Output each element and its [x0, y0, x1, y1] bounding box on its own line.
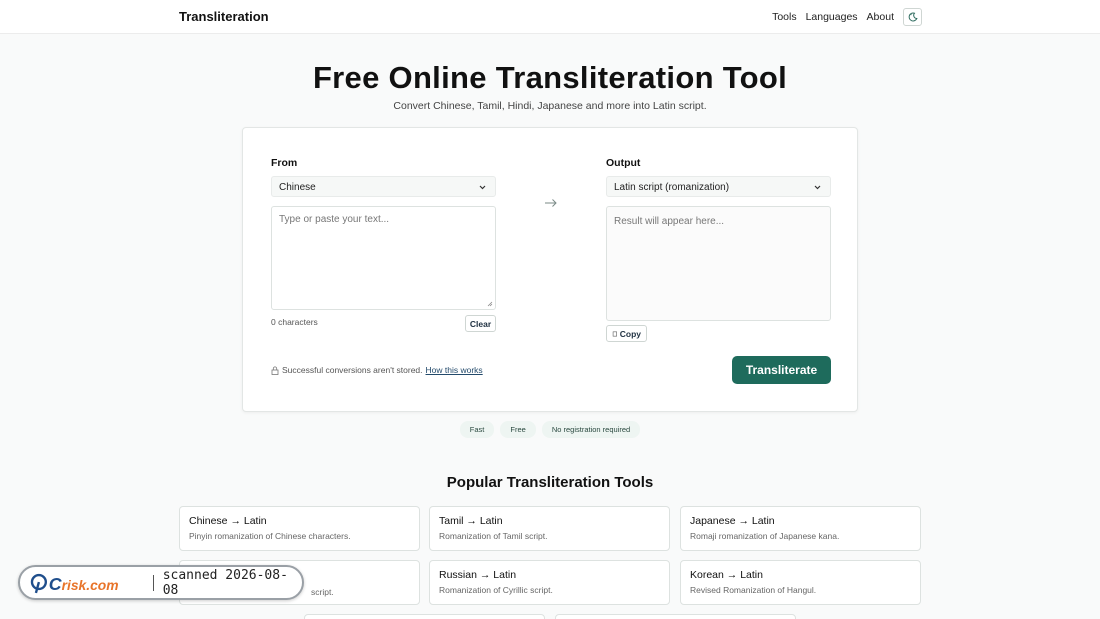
source-placeholder: Type or paste your text...	[279, 214, 390, 225]
theme-toggle-button[interactable]	[903, 8, 922, 26]
output-script-select[interactable]: Latin script (romanization)	[606, 176, 831, 197]
arrow-right-icon	[545, 199, 557, 207]
output-script-value: Latin script (romanization)	[614, 182, 730, 193]
from-language-value: Chinese	[279, 182, 316, 193]
badge-no-registration: No registration required	[541, 421, 641, 438]
top-nav: Tools Languages About	[763, 8, 922, 26]
result-placeholder: Result will appear here...	[614, 216, 725, 227]
badge-fast: Fast	[459, 421, 495, 438]
tool-description: Romaji romanization of Japanese kana.	[690, 531, 840, 541]
tool-card-japanese[interactable]: Japanese → Latin Romaji romanization of …	[680, 506, 921, 551]
how-it-works-link[interactable]: How this works	[426, 365, 483, 375]
tool-title: Tamil → Latin	[439, 515, 503, 527]
clear-button[interactable]: Clear	[465, 315, 496, 332]
chevron-down-icon	[479, 185, 486, 190]
tool-description: Pinyin romanization of Chinese character…	[189, 531, 351, 541]
tool-card-korean[interactable]: Korean → Latin Revised Romanization of H…	[680, 560, 921, 605]
tool-title: Russian → Latin	[439, 569, 517, 581]
popular-tools-title: Popular Transliteration Tools	[446, 474, 654, 491]
tool-card-tamil[interactable]: Tamil → Latin Romanization of Tamil scri…	[429, 506, 670, 551]
converter-card: From Chinese Type or paste your text... …	[242, 127, 858, 412]
tool-title: Korean → Latin	[690, 569, 763, 581]
from-language-select[interactable]: Chinese	[271, 176, 496, 197]
svg-text:risk.com: risk.com	[62, 576, 119, 592]
scan-date-text: scanned 2026-08-08	[162, 567, 288, 598]
privacy-notice-text: Successful conversions aren't stored.	[282, 365, 423, 375]
tool-card-russian[interactable]: Russian → Latin Romanization of Cyrillic…	[429, 560, 670, 605]
tool-description: Romanization of Cyrillic script.	[439, 585, 553, 595]
tool-title: Japanese → Latin	[690, 515, 775, 527]
result-output[interactable]: Result will appear here...	[606, 206, 831, 321]
pcrisk-logo: C risk.com	[30, 573, 119, 593]
feature-badges: Fast Free No registration required	[0, 421, 1100, 438]
watermark-separator	[152, 574, 154, 591]
page-title: Free Online Transliteration Tool	[312, 60, 788, 95]
tool-description: Romanization of Tamil script.	[439, 531, 548, 541]
resize-handle-icon[interactable]	[487, 301, 493, 307]
badge-free: Free	[500, 421, 536, 438]
transliterate-button[interactable]: Transliterate	[732, 356, 831, 384]
copy-label: Copy	[619, 328, 641, 339]
nav-tools[interactable]: Tools	[772, 11, 797, 23]
privacy-notice: Successful conversions aren't stored. Ho…	[271, 365, 483, 375]
tool-description: Revised Romanization of Hangul.	[690, 585, 817, 595]
tool-card-partial[interactable]	[555, 614, 796, 619]
top-header: Transliteration Tools Languages About	[0, 0, 1100, 34]
tool-title: Chinese → Latin	[189, 515, 267, 527]
page-subtitle: Convert Chinese, Tamil, Hindi, Japanese …	[393, 100, 707, 112]
tool-card-chinese[interactable]: Chinese → Latin Pinyin romanization of C…	[179, 506, 420, 551]
chevron-down-icon	[814, 185, 821, 190]
brand-logo[interactable]: Transliteration	[179, 9, 269, 24]
output-label: Output	[606, 157, 641, 169]
moon-icon	[908, 12, 918, 22]
lock-icon	[271, 366, 279, 375]
nav-about[interactable]: About	[867, 11, 894, 23]
from-label: From	[271, 157, 298, 169]
tool-card-partial[interactable]	[304, 614, 545, 619]
scan-watermark: C risk.com scanned 2026-08-08	[18, 565, 304, 600]
nav-languages[interactable]: Languages	[806, 11, 858, 23]
copy-button[interactable]: Copy	[606, 325, 647, 342]
character-count: 0 characters	[271, 317, 318, 327]
source-text-input[interactable]: Type or paste your text...	[271, 206, 496, 310]
copy-icon	[612, 331, 617, 336]
